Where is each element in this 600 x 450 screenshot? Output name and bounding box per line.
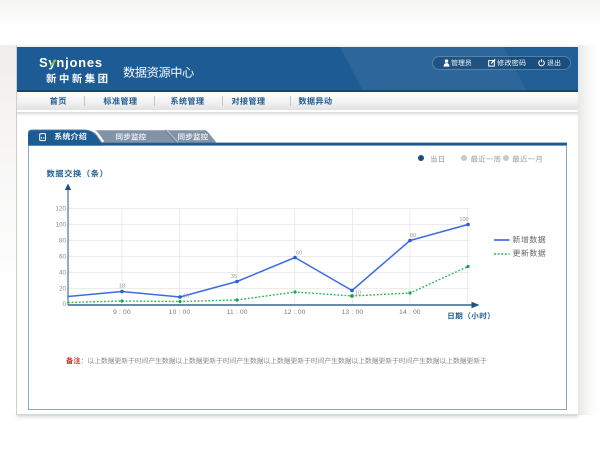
svg-text:12 : 00: 12 : 00 xyxy=(284,309,306,316)
svg-text:35: 35 xyxy=(231,274,237,280)
svg-text:20: 20 xyxy=(59,285,67,292)
svg-text:100: 100 xyxy=(459,217,468,223)
svg-text:10: 10 xyxy=(183,293,189,299)
svg-text:100: 100 xyxy=(55,221,66,228)
svg-text:14 : 00: 14 : 00 xyxy=(399,309,421,316)
svg-text:120: 120 xyxy=(55,205,66,212)
svg-text:9 : 00: 9 : 00 xyxy=(113,309,131,316)
svg-text:0: 0 xyxy=(62,301,66,308)
svg-text:80: 80 xyxy=(410,233,416,239)
svg-text:10 : 00: 10 : 00 xyxy=(169,309,191,316)
svg-text:11 : 00: 11 : 00 xyxy=(227,309,248,316)
svg-text:60: 60 xyxy=(296,250,302,256)
svg-text:60: 60 xyxy=(59,253,67,260)
svg-text:13 : 00: 13 : 00 xyxy=(342,309,364,316)
svg-text:18: 18 xyxy=(119,283,125,289)
svg-text:40: 40 xyxy=(59,269,67,276)
svg-text:80: 80 xyxy=(59,237,67,244)
svg-text:10: 10 xyxy=(355,290,361,296)
